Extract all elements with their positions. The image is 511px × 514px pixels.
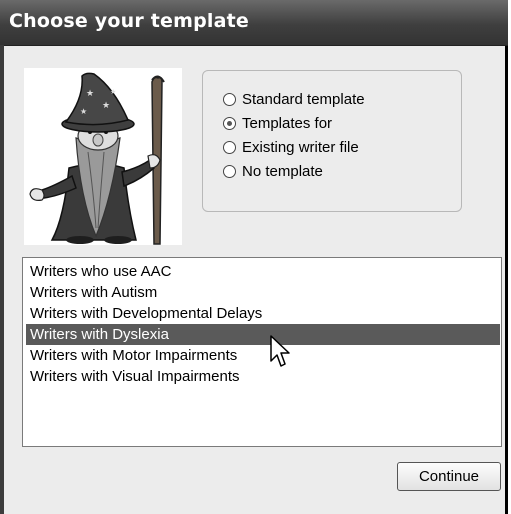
svg-text:★: ★ xyxy=(110,88,116,96)
list-item[interactable]: Writers with Developmental Delays xyxy=(26,303,500,324)
mouse-pointer-icon xyxy=(270,335,292,374)
list-item-selected[interactable]: Writers with Dyslexia xyxy=(26,324,500,345)
continue-button[interactable]: Continue xyxy=(397,462,501,491)
radio-button[interactable] xyxy=(223,92,236,106)
template-options-group: Standard template Templates for Existing… xyxy=(202,70,462,212)
radio-standard-template[interactable]: Standard template xyxy=(223,88,365,110)
template-dialog: Choose your template ★ ★ ★ ★ Standard te… xyxy=(0,0,508,514)
list-item[interactable]: Writers with Visual Impairments xyxy=(26,366,500,387)
radio-label: Standard template xyxy=(242,90,365,108)
list-item[interactable]: Writers who use AAC xyxy=(26,261,500,282)
title-bar[interactable]: Choose your template xyxy=(0,0,508,46)
wizard-icon: ★ ★ ★ ★ xyxy=(24,68,182,245)
radio-label: Templates for xyxy=(242,114,333,132)
radio-no-template[interactable]: No template xyxy=(223,160,323,182)
svg-text:★: ★ xyxy=(80,107,87,116)
window-edge xyxy=(0,45,4,514)
radio-existing-writer-file[interactable]: Existing writer file xyxy=(223,136,359,158)
list-item[interactable]: Writers with Motor Impairments xyxy=(26,345,500,366)
radio-label: No template xyxy=(242,162,323,180)
radio-button[interactable] xyxy=(223,140,236,154)
list-item[interactable]: Writers with Autism xyxy=(26,282,500,303)
radio-button-selected[interactable] xyxy=(223,116,236,130)
radio-label: Existing writer file xyxy=(242,138,359,156)
radio-templates-for[interactable]: Templates for xyxy=(223,112,332,134)
dialog-title: Choose your template xyxy=(9,10,250,32)
radio-button[interactable] xyxy=(223,164,236,178)
svg-text:★: ★ xyxy=(102,101,110,111)
svg-text:★: ★ xyxy=(86,89,94,99)
writers-list[interactable]: Writers who use AAC Writers with Autism … xyxy=(22,257,502,447)
